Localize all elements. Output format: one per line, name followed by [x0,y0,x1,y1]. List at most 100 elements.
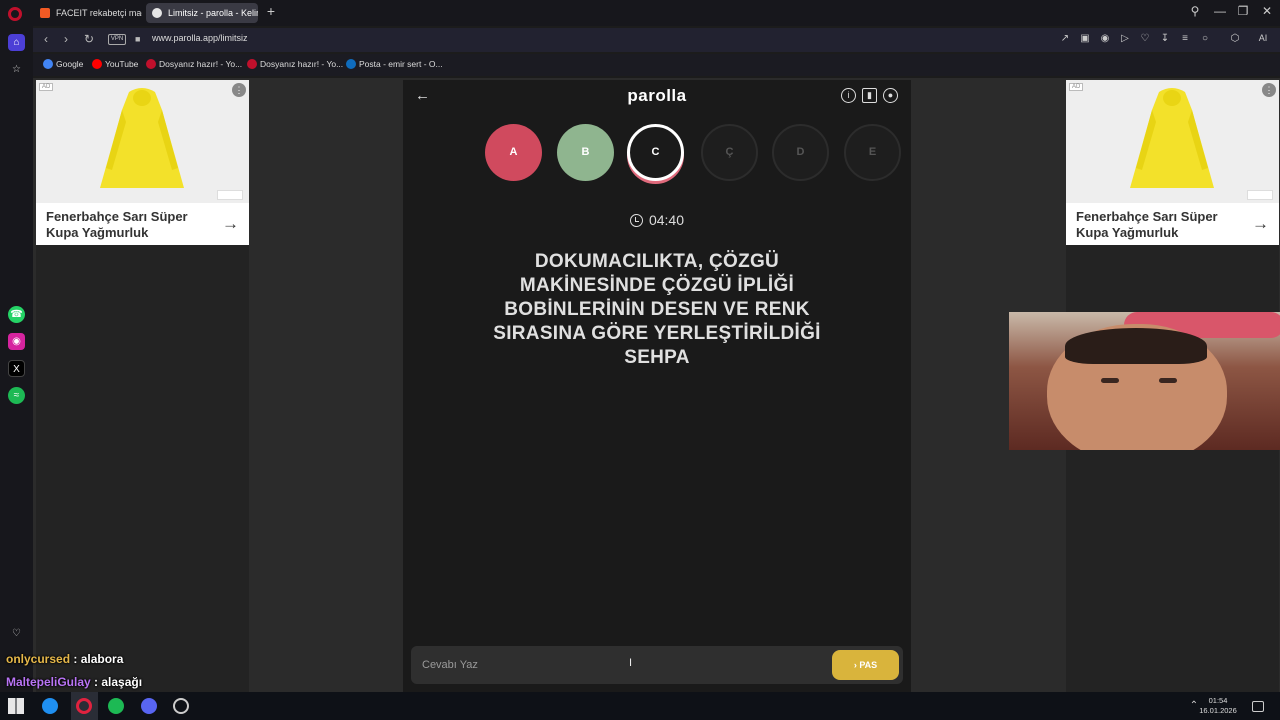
ad-left[interactable]: AD ⋮ Fenerbahçe Sarı Süper Kupa Yağmurlu… [36,80,249,245]
tab-bar: FACEIT rekabetçi maç - FA Limitsiz - par… [0,0,1280,26]
ad-options-icon[interactable]: ⋮ [1262,83,1276,97]
search-tabs-icon[interactable]: ⚲ [1185,4,1205,18]
bookmarks-bar: Google YouTube Dosyanız hazır! - Yo... D… [33,54,1280,76]
windows-start-icon[interactable] [8,698,24,714]
faceit-favicon-icon [40,8,50,18]
ad-options-icon[interactable]: ⋮ [232,83,246,97]
chat-message: MaltepeliGulay : alaşağı [6,675,142,689]
ad-brand-logo [217,190,243,200]
game-header: ← parolla i ▮ ● [403,80,911,116]
browser-sidebar: ⌂ ☆ ☎ ◉ X ≈ ♡ [0,26,33,692]
vpn-badge[interactable]: VPN [108,34,126,45]
answer-input[interactable] [411,646,821,684]
bookmark-dosya-2[interactable]: Dosyanız hazır! - Yo... [247,59,343,69]
info-icon[interactable]: i [841,88,856,103]
new-tab-button[interactable]: + [264,4,278,18]
restore-icon[interactable]: ❐ [1233,4,1253,18]
stats-icon[interactable]: ▮ [862,88,877,103]
bookmark-youtube[interactable]: YouTube [92,59,138,69]
letter-a: A [485,124,542,181]
chat-username: MaltepeliGulay [6,675,91,689]
clock-icon [629,214,643,227]
obs-icon[interactable] [173,698,189,714]
x-twitter-icon[interactable]: X [8,360,25,377]
webcam-overlay [1009,312,1280,450]
extensions-icon[interactable]: ⬡ [1228,33,1242,44]
ai-button[interactable]: AI [1251,33,1275,43]
ad-brand-logo [1247,190,1273,200]
ad-title[interactable]: Fenerbahçe Sarı Süper Kupa Yağmurluk [1076,209,1236,241]
arrow-right-icon[interactable]: → [1252,214,1269,234]
raincoat-image [1130,88,1214,188]
opera-logo[interactable] [8,7,22,21]
file-icon [247,59,257,69]
spotify-icon[interactable] [108,698,124,714]
camera-icon[interactable]: ▣ [1078,33,1092,44]
bookmark-google[interactable]: Google [43,59,83,69]
edge-icon[interactable] [42,698,58,714]
lock-icon[interactable]: ■ [135,34,140,44]
ad-column-left [36,245,249,692]
bookmark-posta[interactable]: Posta - emir sert - O... [346,59,443,69]
letter-c-current: C [627,124,684,181]
parolla-favicon-icon [152,8,162,18]
whatsapp-icon[interactable]: ☎ [8,306,25,323]
share-icon[interactable]: ↗ [1058,33,1072,44]
text-cursor-icon: I [629,657,633,669]
ad-product-image [36,80,249,203]
chat-message: onlycursed : alabora [6,652,123,666]
taskbar: ⌃ 01:54 16.01.2026 [0,692,1280,720]
letter-e: E [844,124,901,181]
star-icon[interactable]: ☆ [8,61,25,78]
instagram-icon[interactable]: ◉ [8,333,25,350]
youtube-icon [92,59,102,69]
streamer-hair [1065,328,1207,364]
file-icon [146,59,156,69]
notifications-icon[interactable] [1252,701,1264,712]
url-field[interactable]: www.parolla.app/limitsiz [152,33,248,43]
home-icon[interactable]: ⌂ [8,34,25,51]
ad-title[interactable]: Fenerbahçe Sarı Süper Kupa Yağmurluk [46,209,206,241]
ad-product-image [1066,80,1279,203]
pass-button[interactable]: › PAS [832,650,899,680]
ad-badge: AD [1069,83,1084,91]
address-bar: ‹ › ↻ VPN ■ www.parolla.app/limitsiz ↗ ▣… [33,28,1280,52]
letter-b: B [557,124,614,181]
answer-box: › PAS [411,646,903,684]
reload-icon[interactable]: ↻ [81,32,97,46]
download-icon[interactable]: ↧ [1158,33,1172,44]
profile-icon[interactable]: ○ [1198,33,1212,44]
discord-icon[interactable] [141,698,157,714]
heart-icon[interactable]: ♡ [1138,33,1152,44]
game-panel: ← parolla i ▮ ● A B C Ç D E 04:40 DOKUMA… [403,80,911,692]
chat-username: onlycursed [6,652,71,666]
system-clock[interactable]: 01:54 16.01.2026 [1198,696,1238,716]
letter-circles: A B C Ç D E [403,124,911,186]
forward-icon[interactable]: › [58,32,74,46]
tab-label: Limitsiz - parolla - Kelime [168,8,258,18]
tab-faceit[interactable]: FACEIT rekabetçi maç - FA [34,3,142,23]
ad-right[interactable]: AD ⋮ Fenerbahçe Sarı Süper Kupa Yağmurlu… [1066,80,1279,245]
tab-parolla[interactable]: Limitsiz - parolla - Kelime [146,3,258,23]
bookmark-dosya-1[interactable]: Dosyanız hazır! - Yo... [146,59,242,69]
chat-text: : alaşağı [94,675,143,689]
close-window-icon[interactable]: ✕ [1257,4,1277,18]
heart-icon[interactable]: ♡ [8,625,25,642]
brand-logo: parolla [627,86,687,105]
play-icon[interactable]: ▷ [1118,33,1132,44]
question-text: DOKUMACILIKTA, ÇÖZGÜ MAKİNESİNDE ÇÖZGÜ İ… [493,251,821,368]
back-icon[interactable]: ‹ [38,32,54,46]
mail-icon [346,59,356,69]
timer: 04:40 [403,212,911,228]
ad-badge: AD [39,83,54,91]
tab-label: FACEIT rekabetçi maç - FA [56,8,142,18]
menu-icon[interactable]: ≡ [1178,33,1192,44]
arrow-right-icon[interactable]: → [222,214,239,234]
opera-gx-icon[interactable] [76,698,92,714]
raincoat-image [100,88,184,188]
shield-icon[interactable]: ◉ [1098,33,1112,44]
timer-value: 04:40 [648,212,685,228]
spotify-icon[interactable]: ≈ [8,387,25,404]
user-icon[interactable]: ● [883,88,898,103]
minimize-icon[interactable]: — [1210,4,1230,18]
